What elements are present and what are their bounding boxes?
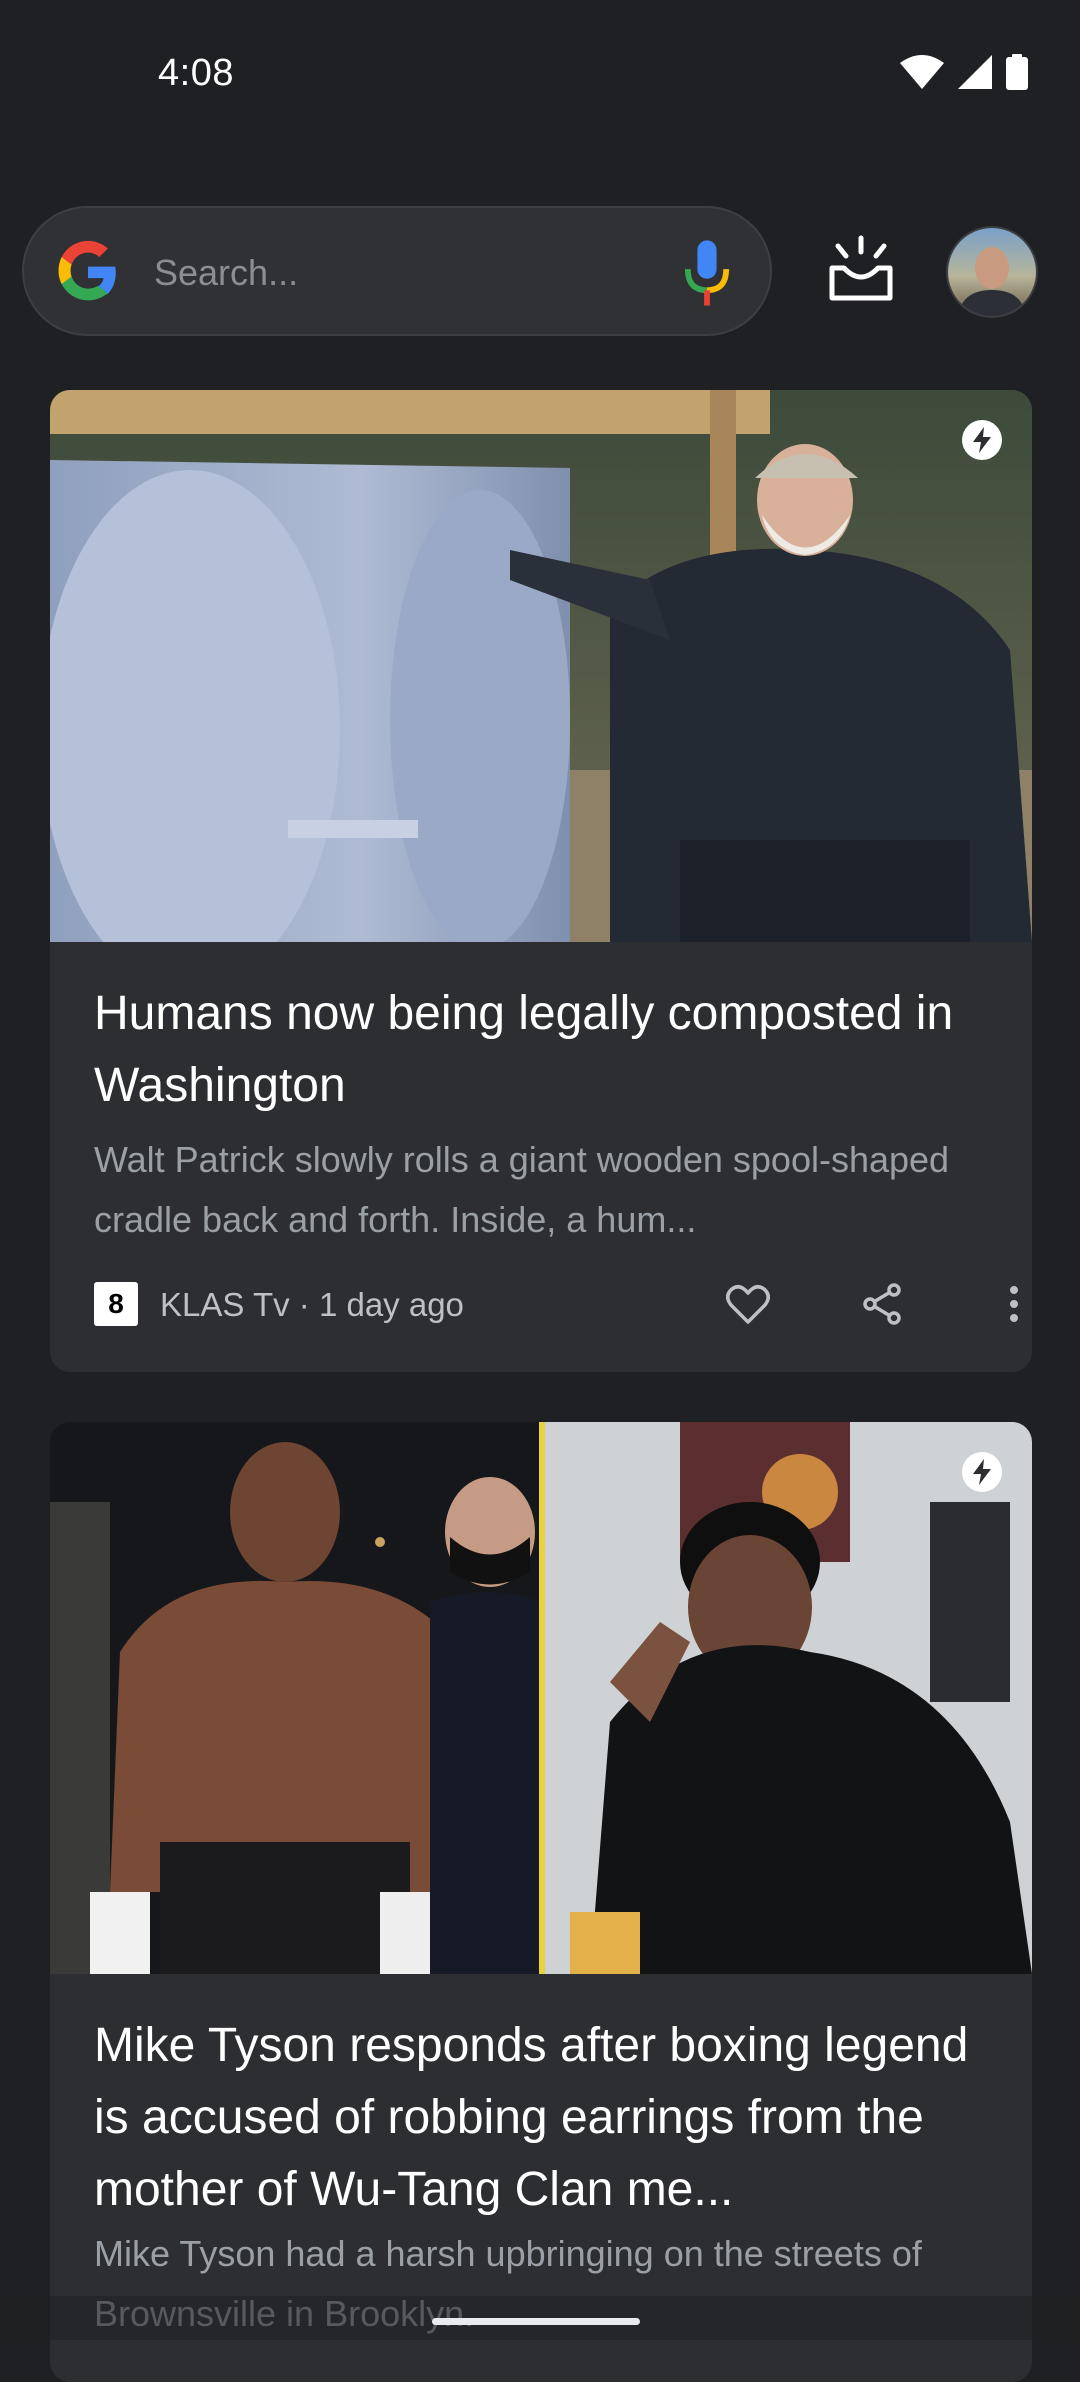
source-and-time: KLAS Tv · 1 day ago xyxy=(160,1286,464,1323)
microphone-icon[interactable] xyxy=(684,240,730,306)
home-handle[interactable] xyxy=(432,2318,640,2325)
news-card[interactable]: Mike Tyson responds after boxing legend … xyxy=(50,1422,1032,2382)
card-snippet: Walt Patrick slowly rolls a giant wooden… xyxy=(94,1139,950,1240)
gesture-nav-bar xyxy=(0,2296,1080,2340)
clock: 4:08 xyxy=(158,52,234,94)
search-bar[interactable] xyxy=(22,206,772,336)
status-icons xyxy=(900,54,1028,90)
google-g-icon xyxy=(58,240,116,301)
battery-icon xyxy=(1006,54,1028,90)
card-image[interactable] xyxy=(50,390,1032,942)
like-button[interactable] xyxy=(724,1280,772,1328)
composting-photo xyxy=(50,390,1032,942)
card-image[interactable] xyxy=(50,1422,1032,1974)
more-options-button[interactable] xyxy=(990,1280,1032,1328)
tyson-photo xyxy=(50,1422,1032,1974)
cellular-signal-icon xyxy=(958,55,992,89)
wifi-icon xyxy=(900,55,944,89)
source-logo-text: 8 xyxy=(108,1288,124,1319)
amp-lightning-icon xyxy=(962,420,1002,460)
share-button[interactable] xyxy=(858,1280,906,1328)
card-title[interactable]: Humans now being legally composted in Wa… xyxy=(94,978,994,1122)
heart-icon xyxy=(726,1285,770,1324)
status-bar: 4:08 xyxy=(0,0,1080,150)
source-logo: 8 xyxy=(94,1282,138,1326)
news-card[interactable]: Humans now being legally composted in Wa… xyxy=(50,390,1032,1372)
more-vert-icon xyxy=(1010,1286,1018,1322)
share-icon xyxy=(863,1283,901,1325)
avatar-image xyxy=(948,228,1036,316)
discover-updates-icon[interactable] xyxy=(828,234,894,304)
card-title[interactable]: Mike Tyson responds after boxing legend … xyxy=(94,2010,994,2226)
amp-lightning-icon xyxy=(962,1452,1002,1492)
search-input[interactable] xyxy=(152,244,676,302)
account-avatar[interactable] xyxy=(946,226,1038,318)
card-footer: 8 KLAS Tv · 1 day ago xyxy=(94,1280,1018,1328)
